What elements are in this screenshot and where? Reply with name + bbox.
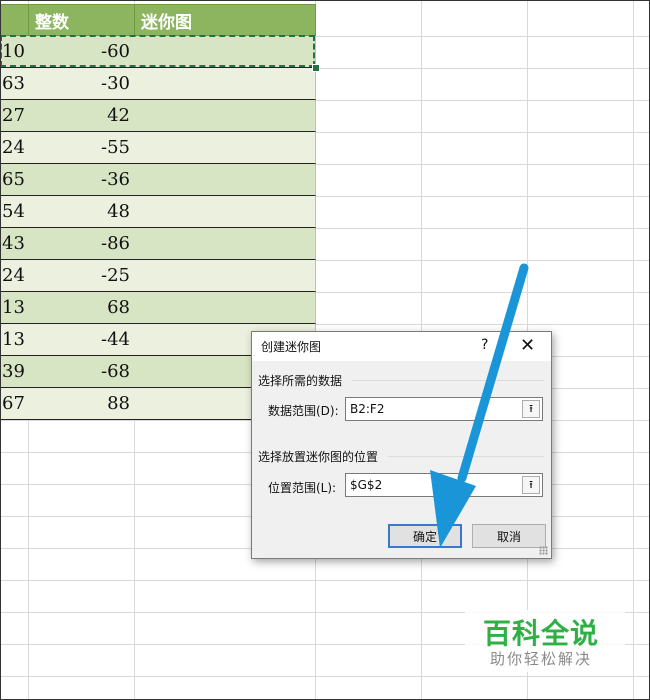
cell-integer[interactable]: -86	[28, 228, 135, 260]
cell-a[interactable]: 39	[0, 356, 29, 388]
header-cell-integer[interactable]: 整数	[28, 4, 135, 36]
cell-a[interactable]: 24	[0, 260, 29, 292]
grid-line	[0, 580, 650, 581]
section-divider	[352, 380, 544, 381]
header-cell-sparkline[interactable]: 迷你图	[134, 4, 316, 36]
cell-integer[interactable]: -55	[28, 132, 135, 164]
section-divider	[388, 456, 544, 457]
cell-integer[interactable]: 48	[28, 196, 135, 228]
cell-a[interactable]: 54	[0, 196, 29, 228]
cancel-button[interactable]: 取消	[472, 524, 546, 548]
fill-handle[interactable]	[312, 64, 320, 72]
cell-a[interactable]: 65	[0, 164, 29, 196]
location-section-label: 选择放置迷你图的位置	[258, 450, 379, 464]
dialog-title: 创建迷你图	[261, 340, 322, 354]
cell-a[interactable]: 43	[0, 228, 29, 260]
data-range-value: B2:F2	[350, 402, 385, 416]
cell-sparkline[interactable]	[134, 228, 316, 260]
cell-integer[interactable]: -68	[28, 356, 135, 388]
data-range-label: 数据范围(D):	[268, 404, 339, 418]
cell-integer[interactable]: 68	[28, 292, 135, 324]
grid-line	[633, 0, 634, 700]
grid-line	[0, 676, 650, 677]
copy-selection-marquee	[0, 35, 315, 67]
cell-sparkline[interactable]	[134, 68, 316, 100]
cell-integer[interactable]: -36	[28, 164, 135, 196]
cell-a[interactable]: 27	[0, 100, 29, 132]
dialog-titlebar: 创建迷你图 ? ✕	[252, 332, 551, 361]
cell-a[interactable]: 24	[0, 132, 29, 164]
cell-a[interactable]: 63	[0, 68, 29, 100]
cell-a[interactable]: 67	[0, 388, 29, 420]
location-range-input[interactable]: $G$2 ⭱	[345, 473, 543, 497]
cell-sparkline[interactable]	[134, 164, 316, 196]
cell-sparkline[interactable]	[134, 260, 316, 292]
data-section-label: 选择所需的数据	[258, 374, 343, 388]
cell-integer[interactable]: -30	[28, 68, 135, 100]
watermark-subtitle: 助你轻松解决	[490, 650, 593, 668]
location-range-label: 位置范围(L):	[268, 481, 337, 495]
header-cell-a[interactable]	[0, 4, 29, 36]
cell-sparkline[interactable]	[134, 292, 316, 324]
help-icon[interactable]: ?	[481, 337, 488, 353]
collapse-dialog-icon[interactable]: ⭱	[522, 476, 540, 494]
cell-integer[interactable]: -25	[28, 260, 135, 292]
cell-integer[interactable]: 88	[28, 388, 135, 420]
close-icon[interactable]: ✕	[520, 335, 535, 356]
watermark-title: 百科全说	[483, 617, 600, 650]
watermark: 百科全说 助你轻松解决	[465, 610, 625, 672]
location-range-value: $G$2	[350, 478, 383, 492]
collapse-dialog-icon[interactable]: ⭱	[522, 400, 540, 418]
cell-a[interactable]: 13	[0, 324, 29, 356]
cell-sparkline[interactable]	[134, 100, 316, 132]
resize-grip-icon[interactable]	[539, 546, 548, 555]
cell-sparkline[interactable]	[134, 132, 316, 164]
create-sparklines-dialog: 创建迷你图 ? ✕ 选择所需的数据 数据范围(D): B2:F2 ⭱ 选择放置迷…	[251, 331, 552, 559]
cell-sparkline[interactable]	[134, 196, 316, 228]
ok-button[interactable]: 确定	[388, 524, 462, 548]
cell-a[interactable]: 13	[0, 292, 29, 324]
cell-integer[interactable]: 42	[28, 100, 135, 132]
cell-integer[interactable]: -44	[28, 324, 135, 356]
data-range-input[interactable]: B2:F2 ⭱	[345, 397, 543, 421]
